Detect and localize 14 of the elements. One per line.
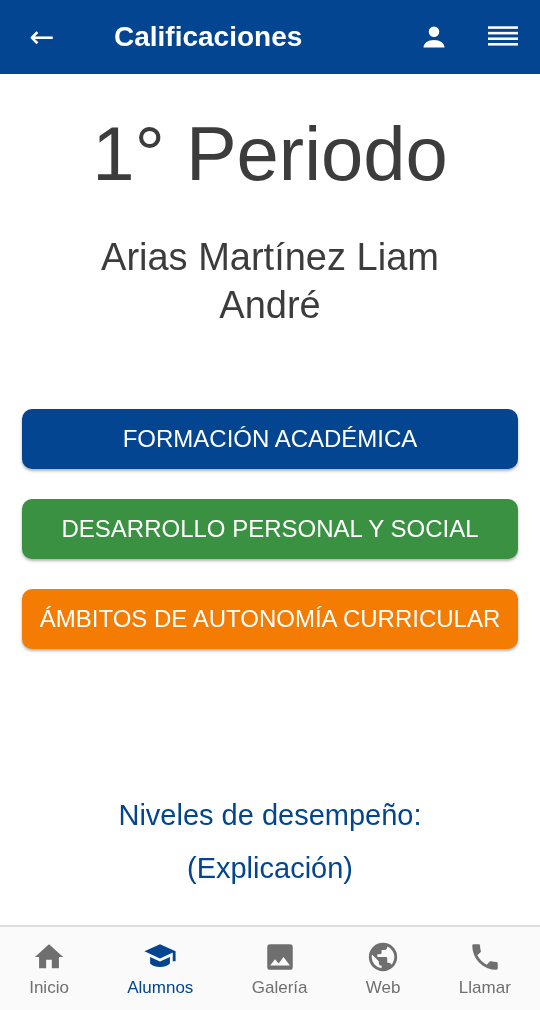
student-name: Arias Martínez Liam André [100, 235, 440, 329]
category-button[interactable]: FORMACIÓN ACADÉMICA [22, 409, 518, 470]
nav-tab[interactable]: Alumnos [121, 939, 200, 998]
nav-tab[interactable]: Galería [245, 939, 314, 998]
levels-heading: Niveles de desempeño: [118, 799, 422, 833]
nav-tab[interactable]: Web [359, 939, 407, 998]
category-button[interactable]: ÁMBITOS DE AUTONOMÍA CURRICULAR [22, 589, 518, 650]
back-button[interactable]: ← [26, 22, 58, 52]
nav-tab[interactable]: Llamar [452, 939, 517, 998]
explanation-link[interactable]: (Explicación) [187, 852, 353, 886]
category-button[interactable]: DESARROLLO PERSONAL Y SOCIAL [22, 499, 518, 560]
nav-tab[interactable]: Inicio [23, 939, 75, 998]
period-title: 1° Periodo [92, 110, 448, 198]
screen-title: Calificaciones [114, 21, 304, 53]
